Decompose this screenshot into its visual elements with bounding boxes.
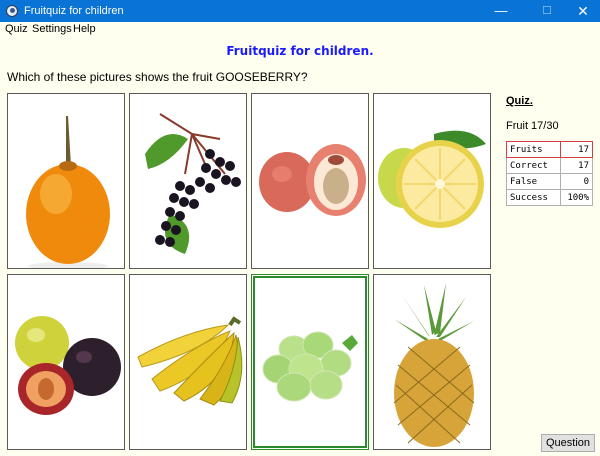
- menu-help[interactable]: Help: [73, 23, 96, 35]
- fruit-progress: Fruit 17/30: [506, 120, 559, 132]
- title-bar: Fruitquiz for children — ☐ ✕: [0, 0, 600, 22]
- passion-fruit-image: [26, 116, 110, 268]
- page-title: Fruitquiz for children.: [226, 44, 374, 58]
- stats-label: Success: [506, 189, 561, 206]
- stats-row: False 0: [506, 173, 593, 190]
- picture-lychee[interactable]: [251, 93, 369, 269]
- minimize-button[interactable]: —: [484, 0, 518, 22]
- lychee-image: [259, 144, 366, 216]
- gooseberry-image: [262, 331, 358, 402]
- pineapple-image: [393, 283, 475, 447]
- stats-value: 100%: [560, 189, 593, 206]
- stats-row: Correct 17: [506, 157, 593, 174]
- stats-value: 17: [560, 141, 593, 158]
- picture-elderberry[interactable]: [129, 93, 247, 269]
- picture-bananas[interactable]: [129, 274, 247, 450]
- close-button[interactable]: ✕: [566, 0, 600, 22]
- picture-gooseberry[interactable]: [251, 274, 369, 450]
- sidebar-heading: Quiz.: [506, 95, 533, 107]
- window-title: Fruitquiz for children: [24, 5, 124, 17]
- menu-bar: Quiz Settings Help: [0, 22, 600, 36]
- stats-row: Success 100%: [506, 189, 593, 206]
- stats-value: 0: [560, 173, 593, 190]
- plums-image: [15, 316, 121, 415]
- stats-label: Correct: [506, 157, 561, 174]
- question-button[interactable]: Question: [541, 434, 595, 452]
- picture-grapefruit[interactable]: [373, 93, 491, 269]
- menu-settings[interactable]: Settings: [32, 23, 72, 35]
- stats-label: Fruits: [506, 141, 561, 158]
- stats-table: Fruits 17 Correct 17 False 0 Success 100…: [506, 141, 593, 206]
- picture-pineapple[interactable]: [373, 274, 491, 450]
- stats-row: Fruits 17: [506, 141, 593, 158]
- bananas-image: [137, 316, 243, 406]
- app-icon: [6, 5, 18, 17]
- stats-value: 17: [560, 157, 593, 174]
- stats-label: False: [506, 173, 561, 190]
- menu-quiz[interactable]: Quiz: [5, 23, 28, 35]
- maximize-button[interactable]: ☐: [530, 0, 564, 22]
- picture-plums[interactable]: [7, 274, 125, 450]
- elderberry-image: [145, 113, 241, 254]
- question-text: Which of these pictures shows the fruit …: [7, 70, 308, 84]
- picture-passion-fruit[interactable]: [7, 93, 125, 269]
- grapefruit-image: [378, 130, 486, 228]
